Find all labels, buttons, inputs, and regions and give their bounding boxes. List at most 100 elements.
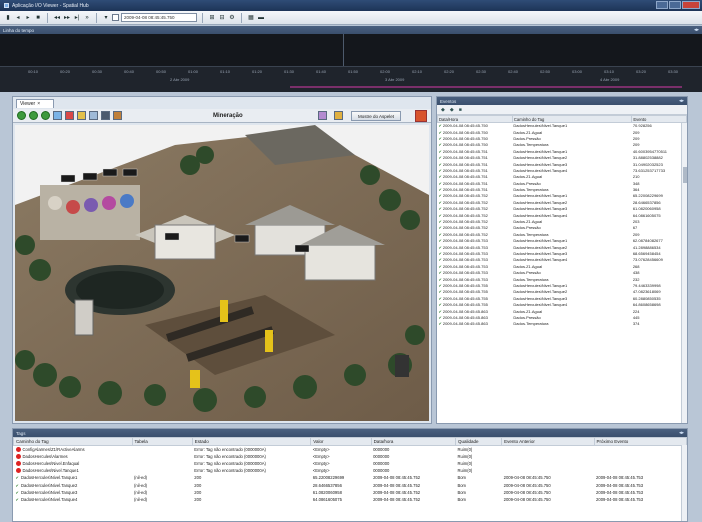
column-header[interactable]: Próximo Evento xyxy=(593,437,688,446)
monitor-icon[interactable] xyxy=(89,111,98,120)
table-row[interactable]: DadosHercules\Alarmes Error: Tag não enco… xyxy=(14,453,687,460)
table-row[interactable]: ✔2009-04-08 08:45:45.752 DadosHercules\Ni… xyxy=(438,199,687,205)
warning-icon[interactable] xyxy=(334,111,343,120)
cell-text: 224 xyxy=(632,308,640,314)
back-icon[interactable] xyxy=(17,111,26,120)
cell-text: 2009-04-08 08:45:45.863 xyxy=(442,314,488,320)
table-row[interactable]: ✔ DadosHercules\Nivel.Tanque3 (nil-ed) 200 6… xyxy=(14,489,687,496)
window-icon[interactable]: ▬ xyxy=(257,14,265,22)
settings-icon[interactable]: ⚙ xyxy=(228,14,236,22)
cell-text: 2009-04-08 08:45:45.750 xyxy=(503,482,551,488)
events-scrollbar[interactable] xyxy=(681,123,687,423)
timeline-tick-label: 00:20 xyxy=(60,69,71,74)
stop-icon[interactable]: ■ xyxy=(34,14,42,22)
column-header[interactable]: Data/Hora xyxy=(437,115,513,123)
filter-icon[interactable]: ◆ xyxy=(441,107,445,113)
grid-icon[interactable]: ▦ xyxy=(247,14,255,22)
rewind-icon[interactable]: ◂◂ xyxy=(53,14,61,22)
timeline-panel[interactable]: 00:10 00:20 00:30 00:40 00:50 01:00 01:10 01:20… xyxy=(0,34,702,92)
cell-text: 2009-04-08 08:45:45.752 xyxy=(442,206,488,212)
column-header[interactable]: Caminho do Tag xyxy=(13,437,133,446)
table-row[interactable]: ✔2009-04-08 08:45:45.750 DadosHercules\Ni… xyxy=(438,123,687,129)
datetime-field[interactable]: 2009-04-08 08:45:45.750 xyxy=(121,13,197,22)
table-row[interactable]: ✔ DadosHercules\Nivel.Tanque4 (nil-ed) 200 6… xyxy=(14,496,687,503)
zoom-out-icon[interactable]: ⊟ xyxy=(218,14,226,22)
table-row[interactable]: ✔2009-04-08 08:45:45.755 DadosHercules\Ni… xyxy=(438,282,687,288)
menu-icon[interactable]: ▮ xyxy=(4,14,12,22)
tab-viewer[interactable]: Viewer × xyxy=(16,99,54,108)
save-icon[interactable]: ■ xyxy=(459,107,462,113)
pin-icon[interactable]: ◂▸ xyxy=(694,27,699,33)
table-row[interactable]: ✔ DadosHercules\Nivel.Tanque1 (nil-ed) 200 6… xyxy=(14,474,687,481)
column-header[interactable]: Evento xyxy=(631,115,687,123)
column-header[interactable]: Data/hora xyxy=(370,437,456,446)
cell-text: (nil-ed) xyxy=(134,475,148,481)
maximize-button[interactable] xyxy=(669,1,681,9)
table-row[interactable]: ✔2009-04-08 08:45:45.752 DadosHercules\Ni… xyxy=(438,206,687,212)
column-header[interactable]: Valor xyxy=(310,437,372,446)
forward-icon[interactable]: ▸▸ xyxy=(63,14,71,22)
cell-text: 40.6003954770511 xyxy=(632,148,668,154)
table-row[interactable]: ✔ DadosHercules\Nivel.Tanque2 (nil-ed) 200 2… xyxy=(14,481,687,488)
column-header[interactable]: Qualidade xyxy=(454,437,503,446)
table-row[interactable]: ✔2009-04-08 08:45:45.753 DadosHercules\Ni… xyxy=(438,257,687,263)
cell-text: 2009-04-08 08:45:45.752 xyxy=(442,219,488,225)
table-row[interactable]: DadosHercules\Nivel.Tanque1 Error: Tag nã… xyxy=(14,467,687,474)
step-back-icon[interactable]: ◂ xyxy=(14,14,22,22)
skip-end-icon[interactable]: ▸| xyxy=(73,14,81,22)
refresh-icon[interactable] xyxy=(41,111,50,120)
pin-icon[interactable]: ◂▸ xyxy=(679,430,684,436)
table-row[interactable]: ✔2009-04-08 08:45:45.752 DadosHercules\Ni… xyxy=(438,212,687,218)
table-row[interactable]: ✔2009-04-08 08:45:45.753 DadosHercules\Ni… xyxy=(438,238,687,244)
camera-icon[interactable] xyxy=(101,111,110,120)
table-row[interactable]: ✔2009-04-08 08:45:45.755 DadosHercules\Ni… xyxy=(438,295,687,301)
table-row[interactable]: ✔2009-04-08 08:45:45.755 DadosHercules\Ni… xyxy=(438,289,687,295)
table-row[interactable]: ✔2009-04-08 08:45:45.751 DadosHercules\Ni… xyxy=(438,167,687,173)
play-icon[interactable]: ▸ xyxy=(24,14,32,22)
minimize-button[interactable] xyxy=(656,1,668,9)
sync-checkbox[interactable] xyxy=(112,14,119,21)
table-cell xyxy=(594,446,686,453)
column-header[interactable]: Caminho do Tag xyxy=(511,115,633,123)
table-cell: 2009-04-08 08:45:45.752 xyxy=(371,496,455,503)
timeline-range-bar[interactable] xyxy=(290,86,682,88)
zoom-in-icon[interactable]: ⊞ xyxy=(208,14,216,22)
home-icon[interactable] xyxy=(53,111,62,120)
cell-text: 2009-04-08 08:45:45.753 xyxy=(442,244,488,250)
table-row[interactable]: ✔2009-04-08 08:45:45.751 DadosHercules\Ni… xyxy=(438,148,687,154)
cell-text: (nil-ed) xyxy=(134,496,148,502)
column-header[interactable]: Tabela xyxy=(131,437,193,446)
check-icon: ✔ xyxy=(438,142,442,148)
mine-scene-image[interactable] xyxy=(15,125,429,421)
table-row[interactable]: DadosHercules\Nivel.Enfaqual Error: Tag n… xyxy=(14,460,687,467)
close-button[interactable] xyxy=(682,1,700,9)
forward-nav-icon[interactable] xyxy=(29,111,38,120)
table-row[interactable]: ✔2009-04-08 08:45:45.753 DadosHercules\Ni… xyxy=(438,244,687,250)
cell-text: 2009-04-08 08:45:45.753 xyxy=(442,276,488,282)
alarm-icon[interactable] xyxy=(65,111,74,120)
scrollbar-thumb[interactable] xyxy=(683,167,687,183)
table-row[interactable]: ✔2009-04-08 08:45:45.863 Dados.Temperatur… xyxy=(438,321,687,327)
speed-icon[interactable]: » xyxy=(83,14,91,22)
show-aspelet-button[interactable]: Mostre do Aspelet xyxy=(351,111,401,121)
close-tab-icon[interactable]: × xyxy=(37,101,40,107)
table-row[interactable]: ConfigAlarmes\Z1\RActiveAlarms Error: Tag… xyxy=(14,446,687,453)
table-row[interactable]: ✔2009-04-08 08:45:45.751 DadosHercules\Ni… xyxy=(438,154,687,160)
cell-text: 47.0823618069 xyxy=(632,289,661,295)
table-row[interactable]: ✔2009-04-08 08:45:45.751 DadosHercules\Ni… xyxy=(438,161,687,167)
exit-icon[interactable] xyxy=(415,110,427,122)
column-header[interactable]: Estado xyxy=(191,437,312,446)
dropdown-icon[interactable]: ▾ xyxy=(102,14,110,22)
table-row[interactable]: ✔2009-04-08 08:45:45.755 DadosHercules\Ni… xyxy=(438,301,687,307)
user-icon[interactable] xyxy=(318,111,327,120)
tags-scrollbar[interactable] xyxy=(681,445,687,521)
clear-icon[interactable]: ◆ xyxy=(450,107,454,113)
folder-icon[interactable] xyxy=(77,111,86,120)
gear-icon[interactable] xyxy=(113,111,122,120)
cell-text: 2009-04-08 08:45:45.752 xyxy=(442,193,488,199)
pin-icon[interactable]: ◂▸ xyxy=(679,98,684,104)
column-header[interactable]: Evento Anterior xyxy=(501,437,595,446)
table-row[interactable]: ✔2009-04-08 08:45:45.753 DadosHercules\Ni… xyxy=(438,250,687,256)
table-row[interactable]: ✔2009-04-08 08:45:45.752 DadosHercules\Ni… xyxy=(438,193,687,199)
timeline-axis[interactable]: 00:10 00:20 00:30 00:40 00:50 01:00 01:10 01:20… xyxy=(0,66,702,92)
